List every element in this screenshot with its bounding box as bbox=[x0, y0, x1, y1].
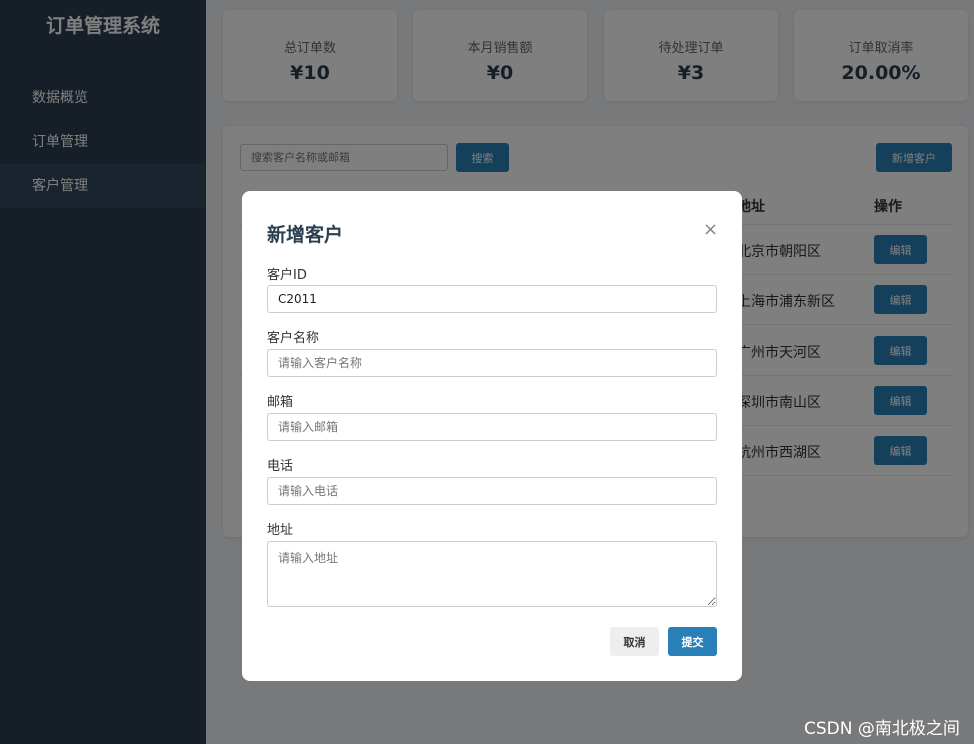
phone-label: 电话 bbox=[267, 459, 294, 474]
close-icon[interactable]: × bbox=[703, 220, 718, 240]
modal-title: 新增客户 bbox=[267, 224, 344, 246]
customer-name-field[interactable] bbox=[267, 349, 717, 377]
customer-id-label: 客户ID bbox=[267, 268, 307, 283]
cancel-button[interactable]: 取消 bbox=[610, 627, 659, 656]
customer-name-label: 客户名称 bbox=[267, 331, 320, 346]
add-customer-modal: 新增客户 × 客户ID 客户名称 邮箱 电话 地址 取消 提交 bbox=[242, 191, 742, 681]
watermark: CSDN @南北极之间 bbox=[804, 719, 960, 739]
phone-field[interactable] bbox=[267, 477, 717, 505]
customer-id-field[interactable] bbox=[267, 285, 717, 313]
email-field[interactable] bbox=[267, 413, 717, 441]
address-label: 地址 bbox=[267, 523, 294, 538]
address-field[interactable] bbox=[267, 541, 717, 607]
email-label: 邮箱 bbox=[267, 395, 294, 410]
submit-button[interactable]: 提交 bbox=[668, 627, 717, 656]
